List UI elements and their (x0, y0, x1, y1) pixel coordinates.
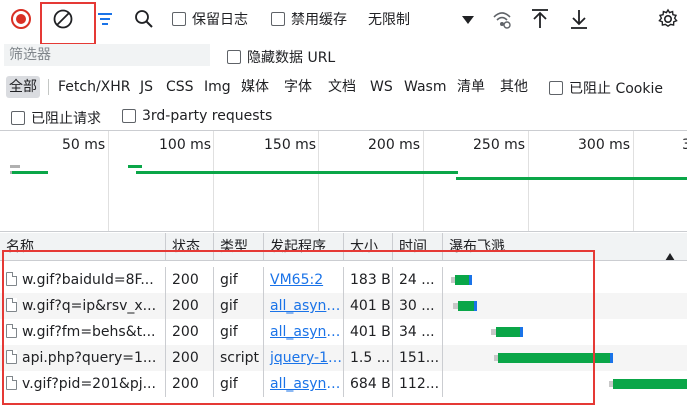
network-toolbar: 保留日志 禁用缓存 无限制 (0, 0, 687, 45)
record-stop-icon[interactable] (8, 6, 34, 32)
dropdown-arrow-icon (462, 13, 474, 29)
blocked-filters: 已阻止请求 3rd-party requests (0, 102, 687, 130)
overview-bar (456, 177, 687, 180)
network-conditions-icon[interactable] (489, 6, 515, 32)
type-filter-css[interactable]: CSS (163, 76, 197, 98)
checkbox-box[interactable] (227, 50, 241, 64)
checkbox-box[interactable] (122, 109, 136, 123)
type-filter-media[interactable]: 媒体 (238, 76, 272, 98)
type-filter-fetch-xhr[interactable]: Fetch/XHR (55, 76, 134, 98)
third-party-checkbox[interactable]: 3rd-party requests (122, 108, 272, 124)
highlight-box-clear (40, 2, 96, 45)
hide-data-urls-checkbox[interactable]: 隐藏数据 URL (227, 47, 335, 67)
blocked-requests-checkbox[interactable]: 已阻止请求 (11, 108, 101, 128)
type-filter-doc[interactable]: 文档 (325, 76, 359, 98)
export-har-icon[interactable] (566, 6, 592, 32)
blocked-cookies-checkbox[interactable]: 已阻止 Cookie (549, 78, 663, 98)
filter-input[interactable]: 筛选器 (4, 44, 210, 66)
divider (48, 79, 49, 95)
grid-line (108, 131, 109, 231)
grid-line (528, 131, 529, 231)
settings-gear-icon[interactable] (655, 6, 681, 32)
hide-data-urls-label: 隐藏数据 URL (247, 50, 336, 66)
blocked-cookies-label: 已阻止 Cookie (569, 81, 663, 97)
grid-line (318, 131, 319, 231)
preserve-log-checkbox[interactable]: 保留日志 (172, 9, 248, 29)
disable-cache-label: 禁用缓存 (291, 12, 347, 28)
third-party-label: 3rd-party requests (142, 108, 273, 124)
waterfall-bar (613, 379, 687, 389)
checkbox-box[interactable] (172, 12, 186, 26)
timeline-tick: 3 (682, 137, 687, 153)
type-filter-js[interactable]: JS (137, 76, 156, 98)
overview-bar (136, 171, 458, 174)
blocked-requests-label: 已阻止请求 (31, 111, 101, 127)
overview-bar (10, 165, 20, 168)
resource-type-filters: 全部 Fetch/XHR JS CSS Img 媒体 字体 文档 WS Wasm… (0, 72, 687, 102)
timeline-tick: 250 ms (473, 137, 526, 153)
timeline-tick: 200 ms (368, 137, 421, 153)
filter-icon[interactable] (92, 6, 118, 32)
import-har-icon[interactable] (527, 6, 553, 32)
overview-bar (12, 171, 48, 174)
timeline-tick: 150 ms (264, 137, 317, 153)
sort-ascending-icon (665, 243, 675, 260)
grid-line (633, 131, 634, 231)
preserve-log-label: 保留日志 (192, 12, 248, 28)
throttle-value: 无限制 (368, 12, 410, 28)
checkbox-box[interactable] (11, 111, 25, 125)
type-filter-wasm[interactable]: Wasm (401, 76, 449, 98)
type-filter-ws[interactable]: WS (367, 76, 396, 98)
type-filter-manifest[interactable]: 清单 (454, 76, 488, 98)
filter-bar: 筛选器 隐藏数据 URL (0, 40, 687, 70)
timeline-tick: 300 ms (578, 137, 631, 153)
type-filter-font[interactable]: 字体 (281, 76, 315, 98)
grid-line (213, 131, 214, 231)
type-filter-other[interactable]: 其他 (497, 76, 531, 98)
overview-bar (128, 165, 142, 168)
overview-timeline[interactable]: 50 ms 100 ms 150 ms 200 ms 250 ms 300 ms… (0, 130, 687, 232)
highlight-box-requests (2, 250, 595, 405)
throttle-select[interactable]: 无限制 (362, 6, 478, 32)
type-filter-all[interactable]: 全部 (6, 76, 40, 98)
type-filter-img[interactable]: Img (201, 76, 234, 98)
grid-line (423, 131, 424, 231)
checkbox-box[interactable] (549, 81, 563, 95)
timeline-tick: 50 ms (62, 137, 106, 153)
requests-table: 名称 状态 类型 发起程序 大小 时间 瀑布飞溅 w.gif?baiduId=8… (0, 233, 687, 407)
search-icon[interactable] (131, 6, 157, 32)
timeline-tick: 100 ms (159, 137, 212, 153)
checkbox-box[interactable] (271, 12, 285, 26)
disable-cache-checkbox[interactable]: 禁用缓存 (271, 9, 347, 29)
waterfall-download (610, 353, 613, 363)
